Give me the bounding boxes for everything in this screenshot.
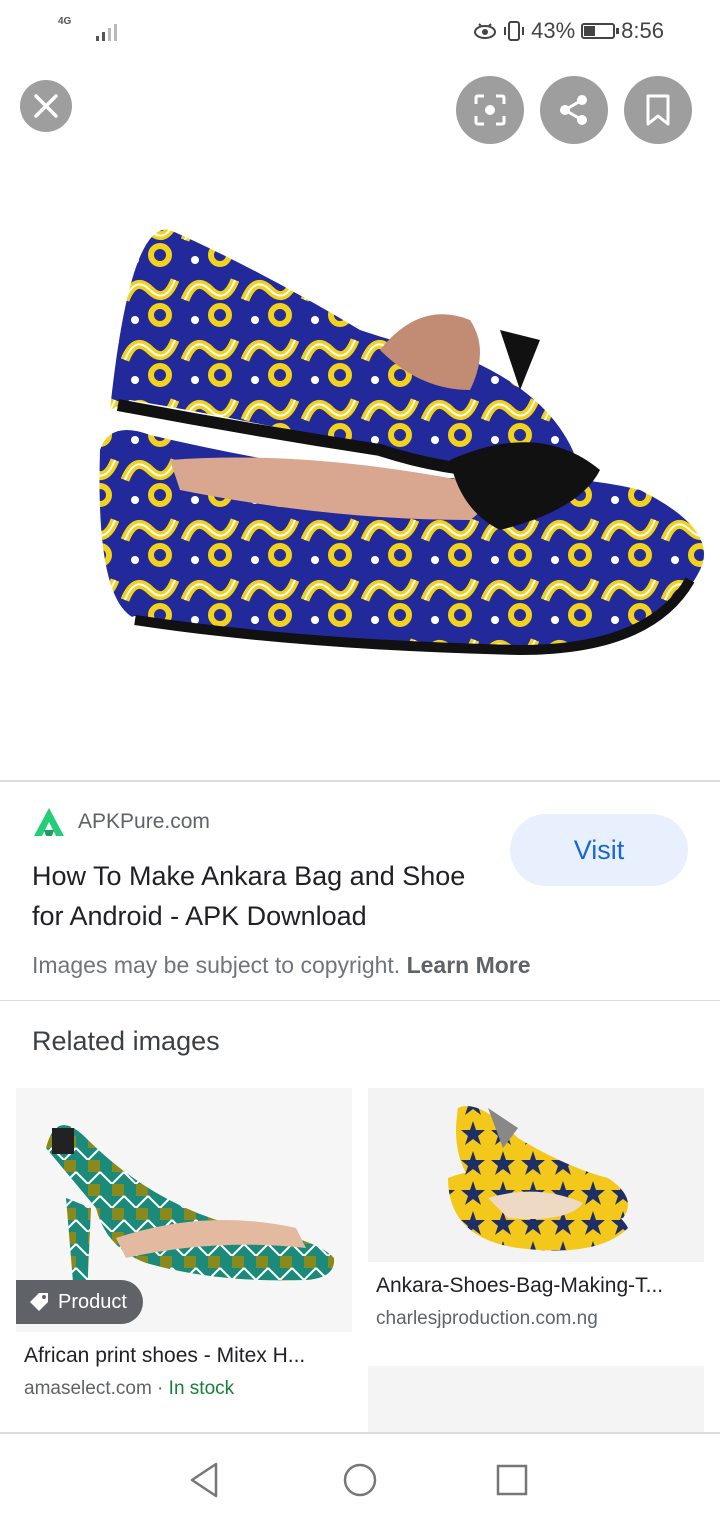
related-image — [368, 1088, 704, 1262]
signal-icon — [96, 24, 117, 41]
learn-more-link[interactable]: Learn More — [407, 952, 531, 978]
related-images-heading: Related images — [32, 1026, 220, 1056]
product-badge: Product — [16, 1280, 143, 1324]
tag-icon — [30, 1293, 48, 1311]
result-title[interactable]: How To Make Ankara Bag and Shoe for Andr… — [32, 856, 492, 936]
related-card-source: charlesjproduction.com.ng — [376, 1308, 598, 1329]
recents-icon[interactable] — [492, 1460, 532, 1500]
divider — [0, 780, 720, 782]
apkpure-logo-icon — [34, 808, 64, 836]
copyright-text: Images may be subject to copyright. — [32, 952, 401, 978]
close-icon — [34, 94, 58, 118]
related-card[interactable]: Product African print shoes - Mitex H...… — [16, 1088, 352, 1428]
source-row[interactable]: APKPure.com — [32, 806, 210, 838]
battery-icon — [581, 23, 620, 39]
home-icon[interactable] — [340, 1460, 380, 1500]
related-card[interactable]: Ankara-Shoes-Bag-Making-T... charlesjpro… — [368, 1088, 704, 1358]
share-icon — [560, 95, 587, 125]
eye-icon — [474, 23, 497, 39]
ankara-shoes-image — [99, 229, 704, 656]
clock: 8:56 — [621, 18, 664, 43]
status-right: 43% 8:56 — [473, 18, 664, 44]
badge-label: Product — [58, 1290, 127, 1313]
hero-image[interactable] — [0, 150, 720, 780]
source-name: APKPure.com — [78, 810, 210, 833]
back-icon[interactable] — [186, 1460, 226, 1500]
source-domain: amaselect.com — [24, 1378, 152, 1399]
divider — [0, 1000, 720, 1001]
battery-percent: 43% — [531, 18, 576, 43]
visit-button[interactable]: Visit — [510, 814, 688, 886]
related-card-title: Ankara-Shoes-Bag-Making-T... — [376, 1274, 664, 1297]
system-nav-bar — [0, 1432, 720, 1522]
share-button[interactable] — [540, 76, 608, 144]
save-button[interactable] — [624, 76, 692, 144]
related-card-title: African print shoes - Mitex H... — [24, 1344, 306, 1367]
related-card-source: amaselect.com · In stock — [24, 1378, 234, 1400]
vibrate-icon — [504, 21, 525, 41]
lens-search-button[interactable] — [456, 76, 524, 144]
lens-icon — [474, 94, 506, 126]
bookmark-icon — [646, 94, 670, 126]
copyright-notice: Images may be subject to copyright. Lear… — [32, 952, 531, 979]
related-card-placeholder[interactable] — [368, 1366, 704, 1436]
status-bar: 4G 43% 8:56 — [0, 0, 720, 62]
stock-status: In stock — [168, 1378, 235, 1399]
network-type: 4G — [58, 16, 72, 27]
close-button[interactable] — [20, 80, 72, 132]
separator: · — [151, 1378, 169, 1399]
